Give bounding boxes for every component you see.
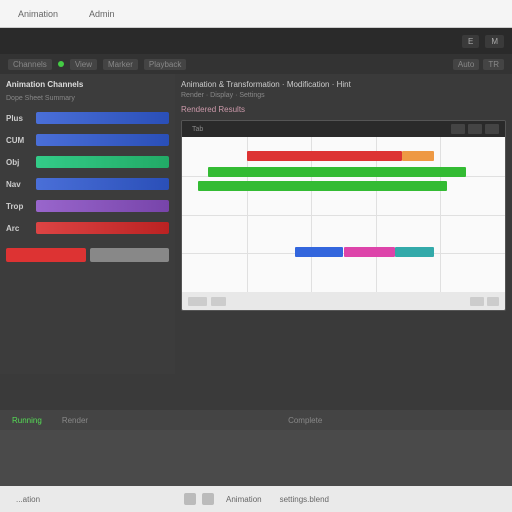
taskbar-file[interactable]: settings.blend — [274, 493, 335, 506]
chart-tools — [451, 124, 499, 134]
footer-btn[interactable]: + — [470, 297, 484, 306]
chart-tool-icon[interactable] — [451, 124, 465, 134]
tool-view[interactable]: View — [70, 59, 97, 70]
timeline-chart[interactable] — [182, 137, 505, 292]
bottom-area — [0, 430, 512, 486]
gantt-bar[interactable] — [295, 247, 343, 257]
track-row[interactable]: Plus — [6, 110, 169, 126]
taskbar: ...ation Animation settings.blend — [0, 486, 512, 512]
gantt-bar[interactable] — [344, 247, 396, 257]
stop-button[interactable] — [90, 248, 170, 262]
top-tab-admin[interactable]: Admin — [81, 5, 123, 23]
toolbar: Channels View Marker Playback Auto TR — [0, 54, 512, 74]
track-bar[interactable] — [36, 200, 169, 212]
info-line: Animation & Transformation · Modificatio… — [181, 80, 506, 89]
gantt-bar[interactable] — [395, 247, 434, 257]
main-workspace: E M Channels View Marker Playback Auto T… — [0, 28, 512, 512]
track-bar[interactable] — [36, 178, 169, 190]
channel-panel: Animation Channels Dope Sheet Summary Pl… — [0, 74, 175, 374]
footer-btn[interactable]: - — [487, 297, 499, 306]
folder-icon[interactable] — [202, 493, 214, 505]
content-row: Animation Channels Dope Sheet Summary Pl… — [0, 74, 512, 374]
footer-btn[interactable]: AX — [188, 297, 207, 306]
track-row[interactable]: Nav — [6, 176, 169, 192]
menu-btn-e[interactable]: E — [462, 35, 479, 48]
chart-tool-icon[interactable] — [468, 124, 482, 134]
record-icon — [58, 61, 64, 67]
record-button[interactable] — [6, 248, 86, 262]
chart-tool-icon[interactable] — [485, 124, 499, 134]
top-bar: Animation Admin — [0, 0, 512, 28]
info-highlight: Rendered Results — [181, 105, 506, 114]
gantt-bar[interactable] — [402, 151, 434, 161]
taskbar-label: ...ation — [10, 493, 46, 506]
status-running: Running — [12, 416, 42, 425]
chart-footer: AX R + - — [182, 292, 505, 310]
control-row — [6, 248, 169, 262]
status-render: Render — [62, 416, 88, 425]
chart-window: Tab — [181, 120, 506, 311]
track-label: Trop — [6, 202, 32, 211]
footer-btn[interactable]: R — [211, 297, 226, 306]
menu-bar: E M — [0, 28, 512, 54]
status-bar: Running Render Complete — [0, 410, 512, 430]
tool-tr[interactable]: TR — [483, 59, 504, 70]
gantt-bar[interactable] — [198, 181, 447, 191]
track-label: Plus — [6, 114, 32, 123]
track-list: Plus CUM Obj Nav Trop Arc — [6, 110, 169, 236]
track-label: Nav — [6, 180, 32, 189]
top-tab-animation[interactable]: Animation — [10, 5, 66, 23]
track-label: Arc — [6, 224, 32, 233]
track-bar[interactable] — [36, 156, 169, 168]
panel-sub: Dope Sheet Summary — [6, 95, 169, 102]
track-bar[interactable] — [36, 222, 169, 234]
track-row[interactable]: CUM — [6, 132, 169, 148]
menu-btn-m[interactable]: M — [485, 35, 504, 48]
track-bar[interactable] — [36, 112, 169, 124]
gantt-bar[interactable] — [247, 151, 402, 161]
chart-tab[interactable]: Tab — [188, 125, 207, 134]
track-label: Obj — [6, 158, 32, 167]
chart-header: Tab — [182, 121, 505, 137]
track-row[interactable]: Obj — [6, 154, 169, 170]
tool-channels[interactable]: Channels — [8, 59, 52, 70]
gantt-bar[interactable] — [208, 167, 466, 177]
status-complete: Complete — [288, 416, 322, 425]
tool-marker[interactable]: Marker — [103, 59, 138, 70]
file-icon[interactable] — [184, 493, 196, 505]
track-row[interactable]: Trop — [6, 198, 169, 214]
track-row[interactable]: Arc — [6, 220, 169, 236]
right-panel: Animation & Transformation · Modificatio… — [175, 74, 512, 374]
track-label: CUM — [6, 136, 32, 145]
info-sub: Render · Display · Settings — [181, 92, 506, 99]
tool-playback[interactable]: Playback — [144, 59, 186, 70]
track-bar[interactable] — [36, 134, 169, 146]
tool-auto[interactable]: Auto — [453, 59, 479, 70]
taskbar-app[interactable]: Animation — [220, 493, 268, 506]
panel-header: Animation Channels — [6, 80, 169, 89]
